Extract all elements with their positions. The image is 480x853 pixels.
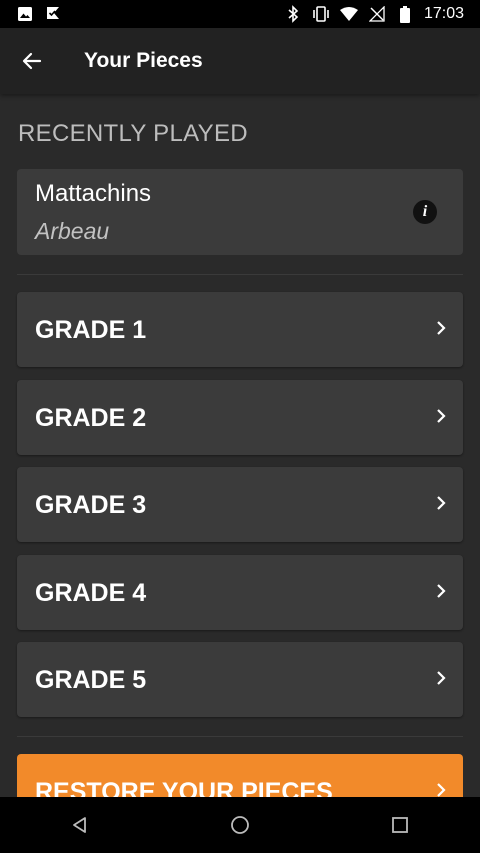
home-circle-icon xyxy=(231,816,249,834)
recents-square-icon xyxy=(392,817,408,833)
chevron-right-icon xyxy=(437,321,446,335)
page-title: Your Pieces xyxy=(84,49,203,72)
grade-label: GRADE 2 xyxy=(35,404,147,432)
divider xyxy=(17,736,463,737)
restore-pieces-button[interactable]: RESTORE YOUR PIECES xyxy=(17,754,463,797)
nav-back-button[interactable] xyxy=(50,797,110,853)
arrow-left-icon xyxy=(22,52,42,70)
no-signal-icon xyxy=(368,5,386,23)
chevron-right-icon xyxy=(437,584,446,598)
grade-label: GRADE 3 xyxy=(35,491,147,519)
back-triangle-icon xyxy=(73,817,86,833)
section-title-recently-played: RECENTLY PLAYED xyxy=(18,120,248,147)
pieces-list[interactable]: RECENTLY PLAYED Mattachins Arbeau i GRAD… xyxy=(0,94,480,797)
chevron-right-icon xyxy=(437,671,446,685)
back-button[interactable] xyxy=(0,28,64,94)
info-icon: i xyxy=(422,203,428,220)
info-button[interactable]: i xyxy=(413,200,437,224)
piece-composer: Arbeau xyxy=(35,218,110,244)
grade-item-1[interactable]: GRADE 1 xyxy=(17,292,463,367)
system-nav-bar xyxy=(0,797,480,853)
vibrate-icon xyxy=(312,5,330,23)
restore-label: RESTORE YOUR PIECES xyxy=(35,778,333,797)
chevron-right-icon xyxy=(437,783,446,797)
image-icon xyxy=(16,5,34,23)
recent-piece-card[interactable]: Mattachins Arbeau i xyxy=(17,169,463,255)
nav-recents-button[interactable] xyxy=(370,797,430,853)
grade-label: GRADE 4 xyxy=(35,579,147,607)
status-time: 17:03 xyxy=(423,5,464,22)
wifi-icon xyxy=(339,5,358,23)
status-bar-left xyxy=(16,5,62,23)
grade-item-4[interactable]: GRADE 4 xyxy=(17,555,463,630)
chevron-right-icon xyxy=(437,409,446,423)
grade-label: GRADE 5 xyxy=(35,666,147,694)
nav-home-button[interactable] xyxy=(210,797,270,853)
divider xyxy=(17,274,463,275)
bluetooth-icon xyxy=(284,5,302,23)
grade-item-3[interactable]: GRADE 3 xyxy=(17,467,463,542)
app-bar: Your Pieces xyxy=(0,28,480,94)
grade-item-5[interactable]: GRADE 5 xyxy=(17,642,463,717)
chevron-right-icon xyxy=(437,496,446,510)
check-flag-icon xyxy=(44,5,62,23)
grade-item-2[interactable]: GRADE 2 xyxy=(17,380,463,455)
status-bar: 17:03 xyxy=(0,0,480,28)
battery-icon xyxy=(396,5,414,23)
grade-label: GRADE 1 xyxy=(35,316,147,344)
status-bar-right: 17:03 xyxy=(284,5,464,23)
piece-title: Mattachins xyxy=(35,180,152,207)
